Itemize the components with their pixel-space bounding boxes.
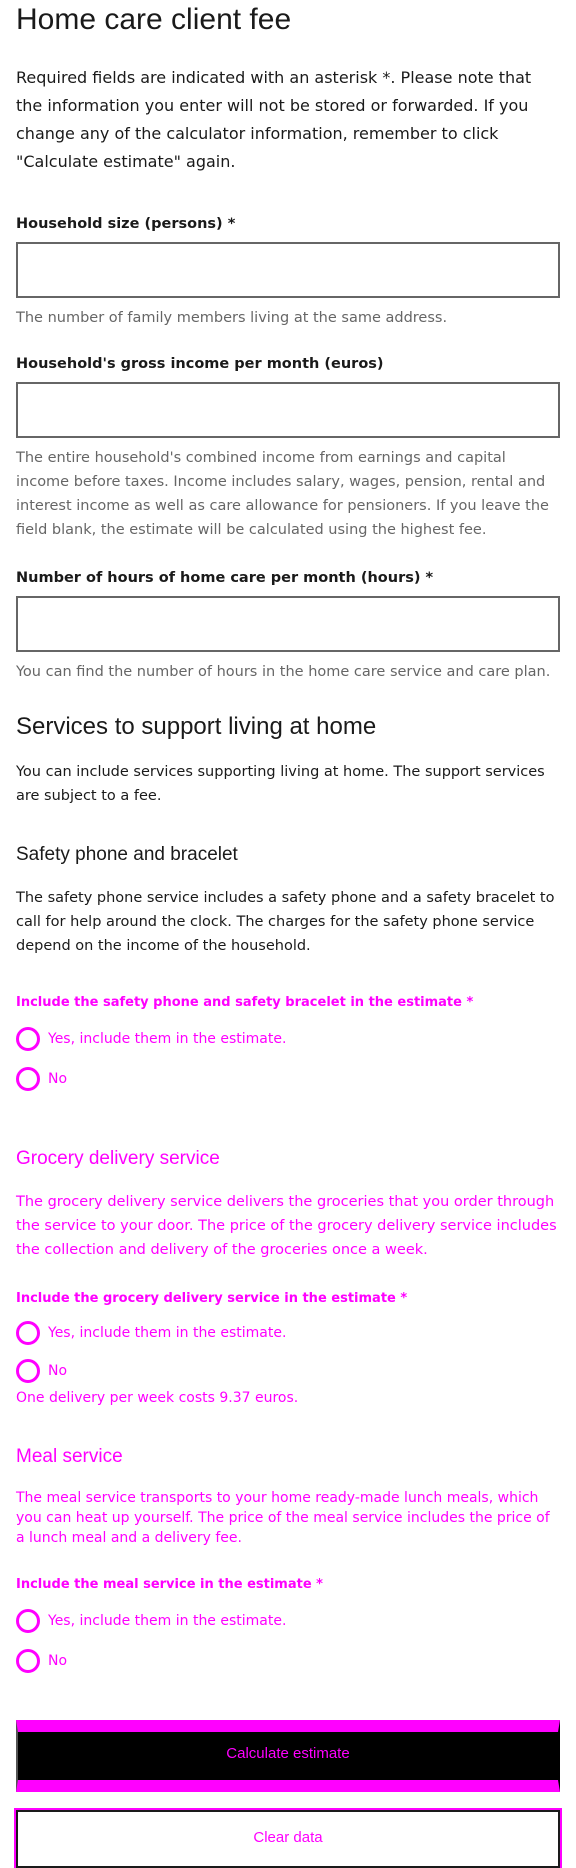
clear-data-button[interactable]: Clear data — [14, 1808, 562, 1868]
grocery-question: Include the grocery delivery service in … — [16, 1291, 408, 1306]
gross-income-input[interactable] — [16, 382, 560, 438]
intro-text: Required fields are indicated with an as… — [16, 68, 532, 171]
services-intro: You can include services supporting livi… — [16, 764, 545, 804]
safety-phone-question: Include the safety phone and safety brac… — [16, 995, 474, 1010]
grocery-description: The grocery delivery service delivers th… — [16, 1194, 557, 1258]
gross-income-field: Household's gross income per month (euro… — [16, 354, 560, 542]
grocery-yes-option[interactable]: Yes, include them in the estimate. — [16, 1318, 560, 1348]
meal-no-radio[interactable] — [16, 1649, 40, 1673]
care-hours-field: Number of hours of home care per month (… — [16, 568, 560, 684]
meal-no-option[interactable]: No — [16, 1646, 560, 1676]
care-hours-label: Number of hours of home care per month (… — [16, 570, 434, 586]
gross-income-label: Household's gross income per month (euro… — [16, 356, 384, 372]
gross-income-help: The entire household's combined income f… — [16, 450, 549, 538]
grocery-yes-label: Yes, include them in the estimate. — [48, 1325, 287, 1341]
grocery-heading: Grocery delivery service — [16, 1148, 220, 1169]
grocery-no-radio[interactable] — [16, 1359, 40, 1383]
clear-data-label: Clear data — [253, 1829, 323, 1846]
page-title: Home care client fee — [16, 3, 292, 36]
safety-phone-no-radio[interactable] — [16, 1067, 40, 1091]
safety-phone-yes-radio[interactable] — [16, 1027, 40, 1051]
safety-phone-fieldset: Include the safety phone and safety brac… — [16, 994, 560, 1094]
safety-phone-no-option[interactable]: No — [16, 1064, 560, 1094]
safety-phone-heading: Safety phone and bracelet — [16, 844, 238, 865]
care-hours-input[interactable] — [16, 596, 560, 652]
services-heading: Services to support living at home — [16, 713, 377, 740]
calculate-estimate-button[interactable]: Calculate estimate — [16, 1720, 560, 1792]
meal-fieldset: Include the meal service in the estimate… — [16, 1576, 560, 1676]
household-size-input[interactable] — [16, 242, 560, 298]
calculator-page: Home care client fee Required fields are… — [0, 0, 576, 1868]
meal-question: Include the meal service in the estimate… — [16, 1577, 323, 1592]
care-hours-help: You can find the number of hours in the … — [16, 664, 551, 680]
meal-yes-radio[interactable] — [16, 1609, 40, 1633]
meal-no-label: No — [48, 1653, 68, 1669]
household-size-help: The number of family members living at t… — [16, 310, 448, 326]
safety-phone-description: The safety phone service includes a safe… — [16, 890, 555, 954]
grocery-fieldset: Include the grocery delivery service in … — [16, 1290, 560, 1408]
safety-phone-yes-label: Yes, include them in the estimate. — [48, 1031, 287, 1047]
grocery-no-label: No — [48, 1363, 68, 1379]
household-size-label: Household size (persons) * — [16, 216, 236, 232]
grocery-yes-radio[interactable] — [16, 1321, 40, 1345]
calculate-estimate-label: Calculate estimate — [226, 1745, 350, 1762]
meal-heading: Meal service — [16, 1446, 123, 1467]
meal-description: The meal service transports to your home… — [16, 1490, 550, 1546]
safety-phone-yes-option[interactable]: Yes, include them in the estimate. — [16, 1024, 560, 1054]
meal-yes-label: Yes, include them in the estimate. — [48, 1613, 287, 1629]
safety-phone-no-label: No — [48, 1071, 68, 1087]
meal-yes-option[interactable]: Yes, include them in the estimate. — [16, 1606, 560, 1636]
grocery-no-option[interactable]: No — [16, 1356, 560, 1386]
household-size-field: Household size (persons) * The number of… — [16, 214, 560, 330]
grocery-price-note: One delivery per week costs 9.37 euros. — [16, 1390, 299, 1406]
